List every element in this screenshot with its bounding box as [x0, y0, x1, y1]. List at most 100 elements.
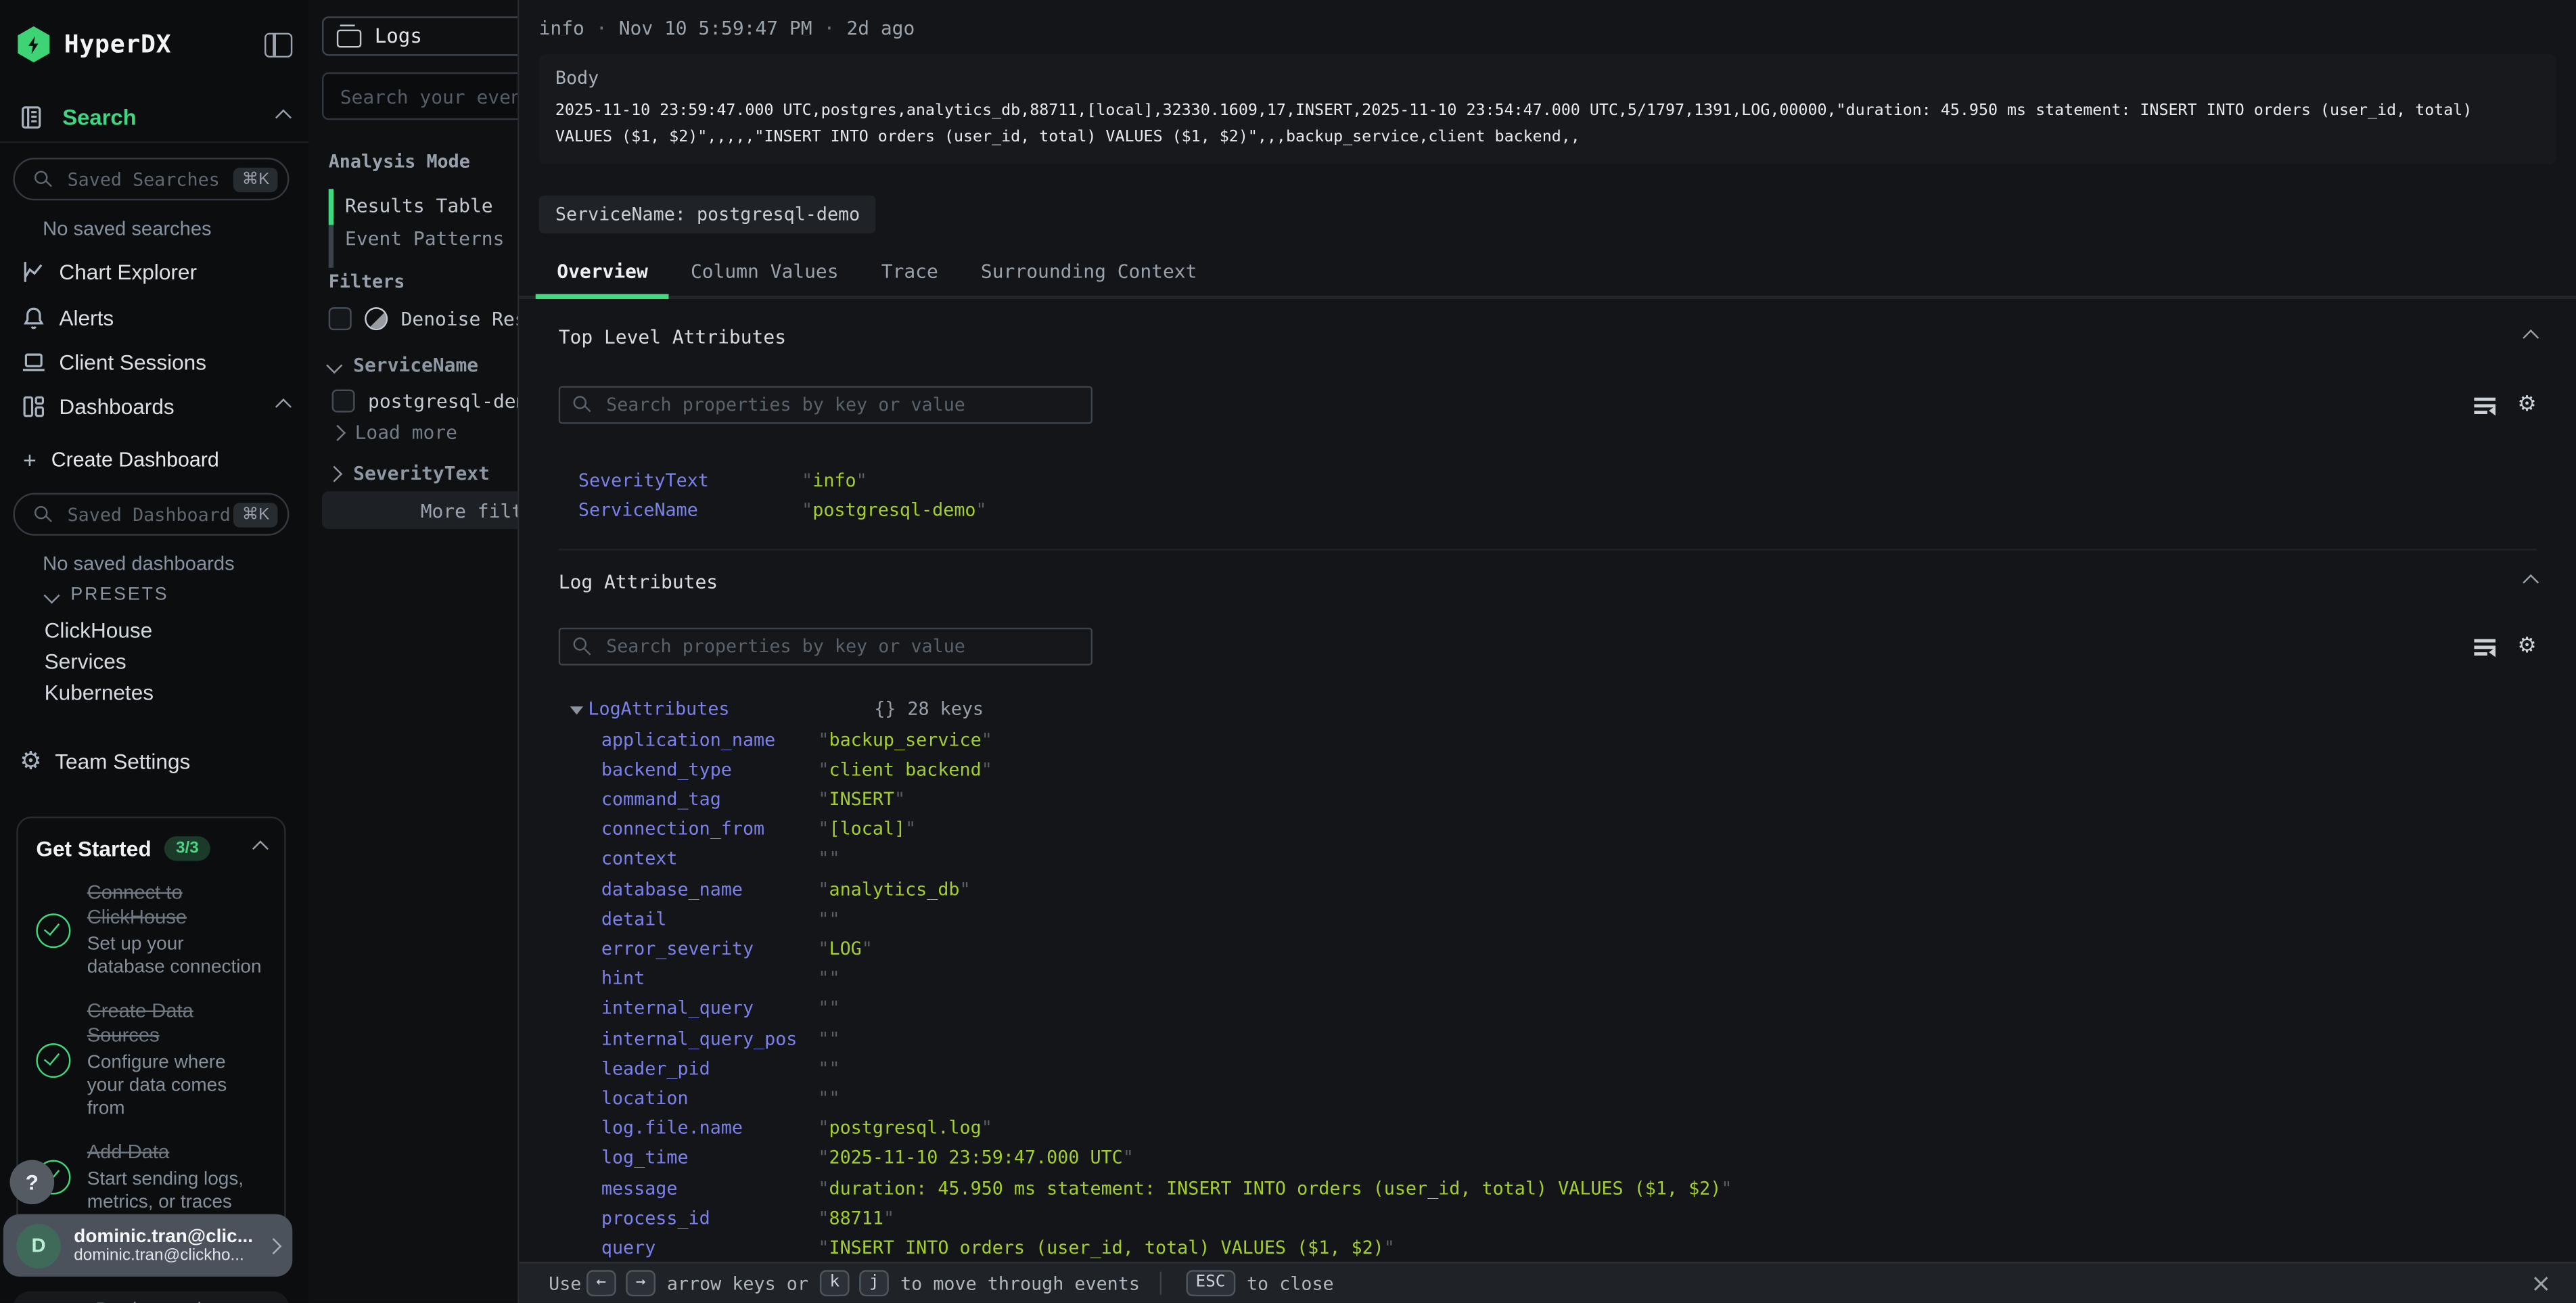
saved-dashboards-field[interactable]: [64, 502, 234, 526]
attribute-row[interactable]: leader_pid"": [559, 1055, 2537, 1084]
attribute-key[interactable]: detail: [601, 905, 819, 935]
attribute-value[interactable]: "88711": [818, 1204, 894, 1234]
get-started-item[interactable]: Add DataStart sending logs, metrics, or …: [36, 1140, 266, 1214]
property-search-input[interactable]: [559, 386, 1092, 424]
saved-searches-field[interactable]: [64, 166, 234, 191]
source-selector-button[interactable]: Logs: [322, 16, 518, 55]
attribute-value[interactable]: "duration: 45.950 ms statement: INSERT I…: [818, 1174, 1732, 1204]
attribute-key[interactable]: error_severity: [601, 935, 819, 965]
attribute-row[interactable]: connection_from"[local]": [559, 815, 2537, 845]
attribute-row[interactable]: SeverityText"info": [559, 467, 2537, 497]
attribute-row[interactable]: command_tag"INSERT": [559, 785, 2537, 815]
attribute-value[interactable]: "postgresql.log": [818, 1114, 992, 1144]
wrap-lines-icon[interactable]: [2475, 638, 2496, 656]
attribute-value[interactable]: "INSERT": [818, 785, 905, 815]
get-started-item[interactable]: Connect to ClickHouseSet up your databas…: [36, 881, 266, 980]
wrap-lines-icon[interactable]: [2475, 396, 2496, 414]
presets-toggle[interactable]: PRESETS: [46, 585, 169, 605]
attribute-key[interactable]: application_name: [601, 725, 819, 755]
attribute-key[interactable]: process_id: [601, 1204, 819, 1234]
bottom-card[interactable]: Product updates: [13, 1291, 289, 1303]
attribute-key[interactable]: hint: [601, 965, 819, 995]
collapse-section-icon[interactable]: [2523, 574, 2539, 591]
attribute-key[interactable]: context: [601, 845, 819, 875]
attribute-value[interactable]: "analytics_db": [818, 875, 970, 905]
attribute-key[interactable]: internal_query_pos: [601, 1025, 819, 1055]
more-filters-button[interactable]: More filters: [322, 491, 518, 529]
tab-overview[interactable]: Overview: [536, 253, 670, 299]
attribute-row[interactable]: location"": [559, 1084, 2537, 1114]
service-name-group[interactable]: ServiceName: [329, 353, 478, 376]
attribute-row[interactable]: ServiceName"postgresql-demo": [559, 497, 2537, 526]
service-checkbox[interactable]: [332, 390, 355, 413]
preset-item[interactable]: Services: [45, 649, 127, 673]
attribute-value[interactable]: "info": [802, 467, 867, 497]
user-menu[interactable]: D dominic.tran@clic... dominic.tran@clic…: [3, 1214, 292, 1277]
load-more-button[interactable]: Load more: [332, 421, 457, 444]
attribute-key[interactable]: ServiceName: [578, 497, 802, 526]
attribute-row[interactable]: application_name"backup_service": [559, 725, 2537, 755]
attribute-value[interactable]: "": [818, 1055, 840, 1084]
preset-item[interactable]: ClickHouse: [45, 618, 153, 642]
attribute-row[interactable]: log.file.name"postgresql.log": [559, 1114, 2537, 1144]
body-text[interactable]: 2025-11-10 23:59:47.000 UTC,postgres,ana…: [555, 99, 2540, 152]
attribute-value[interactable]: "": [818, 845, 840, 875]
attribute-key[interactable]: leader_pid: [601, 1055, 819, 1084]
collapse-sidebar-icon[interactable]: [264, 32, 292, 56]
attribute-value[interactable]: "": [818, 1025, 840, 1055]
attribute-key[interactable]: log_time: [601, 1144, 819, 1174]
attribute-value[interactable]: "2025-11-10 23:59:47.000 UTC": [818, 1144, 1133, 1174]
attribute-key[interactable]: SeverityText: [578, 467, 802, 497]
severity-text-group[interactable]: SeverityText: [329, 461, 490, 484]
attribute-key[interactable]: internal_query: [601, 995, 819, 1024]
saved-dashboards-input[interactable]: ⌘K: [13, 493, 289, 536]
sidebar-item-client-sessions[interactable]: Client Sessions: [20, 345, 289, 378]
attribute-value[interactable]: "INSERT INTO orders (user_id, total) VAL…: [818, 1234, 1394, 1264]
help-button[interactable]: ?: [10, 1160, 55, 1205]
section-header[interactable]: Log Attributes: [559, 551, 2537, 594]
attribute-value[interactable]: "": [818, 965, 840, 995]
attribute-row[interactable]: process_id"88711": [559, 1204, 2537, 1234]
attribute-key[interactable]: query: [601, 1234, 819, 1264]
attribute-value[interactable]: "": [818, 995, 840, 1024]
tab-column-values[interactable]: Column Values: [669, 253, 860, 299]
attribute-value[interactable]: "": [818, 905, 840, 935]
attribute-row[interactable]: database_name"analytics_db": [559, 875, 2537, 905]
service-name-tag[interactable]: ServiceName: postgresql-demo: [539, 196, 877, 233]
event-search-field[interactable]: [337, 83, 518, 110]
attribute-value[interactable]: "postgresql-demo": [802, 497, 986, 526]
sidebar-item-search[interactable]: Search: [20, 105, 289, 129]
tab-surrounding-context[interactable]: Surrounding Context: [959, 253, 1218, 299]
get-started-header[interactable]: Get Started 3/3: [36, 836, 266, 861]
chevron-up-icon[interactable]: [275, 110, 292, 126]
attribute-row[interactable]: context"": [559, 845, 2537, 875]
attribute-row[interactable]: query"INSERT INTO orders (user_id, total…: [559, 1234, 2537, 1264]
denoise-checkbox[interactable]: [329, 307, 352, 330]
mode-results-table[interactable]: Results Table: [345, 194, 493, 217]
attribute-row[interactable]: hint"": [559, 965, 2537, 995]
attribute-key[interactable]: log.file.name: [601, 1114, 819, 1144]
attribute-key[interactable]: command_tag: [601, 785, 819, 815]
attribute-value[interactable]: "[local]": [818, 815, 916, 845]
gear-icon[interactable]: ⚙: [2517, 394, 2536, 416]
attribute-value[interactable]: "backup_service": [818, 725, 992, 755]
attribute-row[interactable]: error_severity"LOG": [559, 935, 2537, 965]
create-dashboard-button[interactable]: + Create Dashboard: [23, 447, 219, 474]
attribute-value[interactable]: "": [818, 1084, 840, 1114]
collapse-section-icon[interactable]: [2523, 329, 2539, 345]
attribute-key[interactable]: location: [601, 1084, 819, 1114]
property-search-field[interactable]: [603, 392, 1078, 417]
attribute-row[interactable]: message"duration: 45.950 ms statement: I…: [559, 1174, 2537, 1204]
section-header[interactable]: Top Level Attributes: [559, 299, 2537, 348]
chevron-up-icon[interactable]: [252, 840, 269, 856]
sidebar-item-dashboards[interactable]: Dashboards: [20, 390, 289, 423]
gear-icon[interactable]: ⚙: [2517, 637, 2536, 658]
attribute-row[interactable]: backend_type"client backend": [559, 756, 2537, 785]
saved-searches-input[interactable]: ⌘K: [13, 158, 289, 200]
close-icon[interactable]: ×: [2531, 1268, 2552, 1298]
sidebar-item-team-settings[interactable]: ⚙ Team Settings: [20, 746, 190, 776]
attribute-key[interactable]: connection_from: [601, 815, 819, 845]
property-search-field[interactable]: [603, 635, 1078, 659]
sidebar-item-chart-explorer[interactable]: Chart Explorer: [20, 254, 289, 288]
attribute-row[interactable]: internal_query"": [559, 995, 2537, 1024]
